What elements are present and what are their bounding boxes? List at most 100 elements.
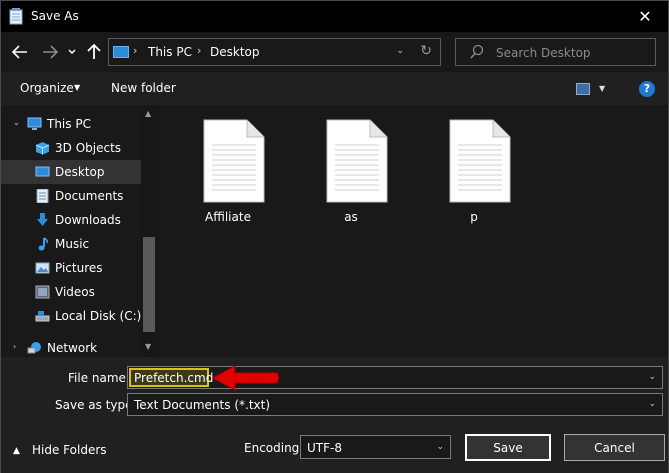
desktop-icon xyxy=(35,166,50,177)
scroll-down-icon[interactable]: ▼ xyxy=(145,342,151,351)
sidebar-item-documents[interactable]: Documents xyxy=(1,184,141,208)
refresh-icon[interactable]: ↻ xyxy=(420,43,432,59)
help-icon[interactable]: ? xyxy=(639,81,655,97)
sidebar-item-pictures[interactable]: Pictures xyxy=(1,256,141,280)
file-list: Affiliate as p xyxy=(158,105,668,357)
file-item[interactable]: as xyxy=(301,117,401,227)
search-box[interactable]: Search Desktop xyxy=(455,38,656,66)
annotation-arrow-icon xyxy=(211,365,279,391)
encoding-value: UTF-8 xyxy=(307,441,342,455)
arrow-up-icon xyxy=(87,44,101,59)
text-file-icon xyxy=(326,119,388,203)
sidebar-item-network[interactable]: › Network xyxy=(1,336,141,357)
sidebar-item-label: Downloads xyxy=(55,213,121,227)
sidebar-item-videos[interactable]: Videos xyxy=(1,280,141,304)
sidebar-item-label: Pictures xyxy=(55,261,103,275)
address-bar[interactable]: › This PC › Desktop ⌄ ↻ xyxy=(108,38,441,66)
document-icon xyxy=(36,189,49,203)
sidebar-item-local-disk[interactable]: Local Disk (C:) xyxy=(1,304,141,328)
save-type-value: Text Documents (*.txt) xyxy=(134,398,271,412)
encoding-select[interactable]: UTF-8 ⌄ xyxy=(300,435,451,459)
save-button[interactable]: Save xyxy=(465,434,551,461)
file-name-field[interactable]: Prefetch.cmd ⌄ xyxy=(127,366,663,389)
arrow-right-icon xyxy=(43,45,58,59)
sidebar-item-label: Documents xyxy=(55,189,124,203)
chevron-right-icon: › xyxy=(133,44,138,57)
sidebar-item-label: Desktop xyxy=(55,165,105,179)
chevron-up-icon[interactable]: ▲ xyxy=(13,446,20,456)
close-icon: ✕ xyxy=(638,7,652,26)
recent-locations-button[interactable] xyxy=(65,40,79,64)
window-title: Save As xyxy=(31,9,79,23)
computer-icon xyxy=(113,46,129,58)
caret-down-icon[interactable]: ▼ xyxy=(74,83,80,92)
search-input[interactable]: Search Desktop xyxy=(496,46,591,60)
sidebar-scrollbar[interactable]: ▲ ▼ xyxy=(141,105,158,357)
search-icon xyxy=(470,44,484,59)
scrollbar-thumb[interactable] xyxy=(143,237,155,332)
file-item[interactable]: p xyxy=(424,117,524,227)
change-view-icon[interactable] xyxy=(576,83,590,95)
network-icon xyxy=(27,342,41,354)
notepad-icon xyxy=(9,8,23,25)
drive-icon xyxy=(35,311,50,322)
sidebar-item-downloads[interactable]: Downloads xyxy=(1,208,141,232)
file-name: Affiliate xyxy=(205,210,251,224)
chevron-down-icon[interactable]: ⌄ xyxy=(436,442,444,452)
file-name-input[interactable]: Prefetch.cmd xyxy=(134,371,213,385)
title-bar: Save As ✕ xyxy=(1,1,668,32)
sidebar-item-label: Local Disk (C:) xyxy=(55,309,142,323)
sidebar-item-3d-objects[interactable]: 3D Objects xyxy=(1,136,141,160)
save-type-label: Save as type: xyxy=(55,398,137,412)
breadcrumb-this-pc[interactable]: This PC xyxy=(148,45,192,59)
save-type-select[interactable]: Text Documents (*.txt) ⌄ xyxy=(127,393,663,416)
picture-icon xyxy=(35,262,50,274)
file-name: as xyxy=(344,210,358,224)
video-icon xyxy=(35,285,50,299)
sidebar-item-label: Music xyxy=(55,237,90,251)
save-as-dialog: Save As ✕ › This PC › Desktop ⌄ ↻ Search… xyxy=(0,0,669,473)
cube-icon xyxy=(35,142,50,155)
encoding-label: Encoding: xyxy=(244,441,304,455)
chevron-down-icon[interactable]: ⌄ xyxy=(648,399,656,409)
navigation-pane: ⌄ This PC 3D Objects Desktop Documents D… xyxy=(1,105,158,357)
sidebar-item-label: Videos xyxy=(55,285,95,299)
chevron-down-icon[interactable]: ⌄ xyxy=(648,372,656,382)
file-name: p xyxy=(470,210,478,224)
breadcrumb-desktop[interactable]: Desktop xyxy=(210,45,260,59)
save-button-label: Save xyxy=(493,440,523,455)
cancel-button-label: Cancel xyxy=(594,440,635,455)
command-toolbar: Organize ▼ New folder ▼ ? xyxy=(1,72,668,105)
download-arrow-icon xyxy=(37,213,48,226)
back-button[interactable] xyxy=(9,40,31,64)
new-folder-button[interactable]: New folder xyxy=(111,81,176,95)
computer-icon xyxy=(27,117,42,130)
caret-down-icon[interactable]: ▼ xyxy=(599,84,605,93)
expand-chevron-icon[interactable]: › xyxy=(13,342,16,351)
expand-chevron-icon[interactable]: ⌄ xyxy=(13,118,20,127)
chevron-down-icon xyxy=(68,49,76,55)
sidebar-item-music[interactable]: Music xyxy=(1,232,141,256)
save-form: File name: Prefetch.cmd ⌄ Save as type: … xyxy=(1,357,668,473)
scroll-up-icon[interactable]: ▲ xyxy=(145,109,151,118)
forward-button[interactable] xyxy=(39,40,61,64)
sidebar-item-label: This PC xyxy=(47,117,91,131)
sidebar-item-label: 3D Objects xyxy=(55,141,122,155)
organize-button[interactable]: Organize xyxy=(20,81,74,95)
file-item[interactable]: Affiliate xyxy=(178,117,278,227)
close-button[interactable]: ✕ xyxy=(622,1,668,32)
arrow-left-icon xyxy=(12,45,27,59)
sidebar-item-this-pc[interactable]: ⌄ This PC xyxy=(1,112,141,136)
text-file-icon xyxy=(449,119,511,203)
up-button[interactable] xyxy=(85,40,103,64)
cancel-button[interactable]: Cancel xyxy=(564,434,665,461)
address-dropdown-icon[interactable]: ⌄ xyxy=(396,46,404,56)
music-note-icon xyxy=(38,237,48,251)
navigation-bar: › This PC › Desktop ⌄ ↻ Search Desktop xyxy=(1,32,668,72)
sidebar-item-desktop[interactable]: Desktop xyxy=(1,160,141,184)
sidebar-item-label: Network xyxy=(47,341,98,355)
hide-folders-button[interactable]: Hide Folders xyxy=(32,443,107,457)
file-name-label: File name: xyxy=(68,371,130,385)
chevron-right-icon: › xyxy=(197,44,202,57)
text-file-icon xyxy=(203,119,265,203)
